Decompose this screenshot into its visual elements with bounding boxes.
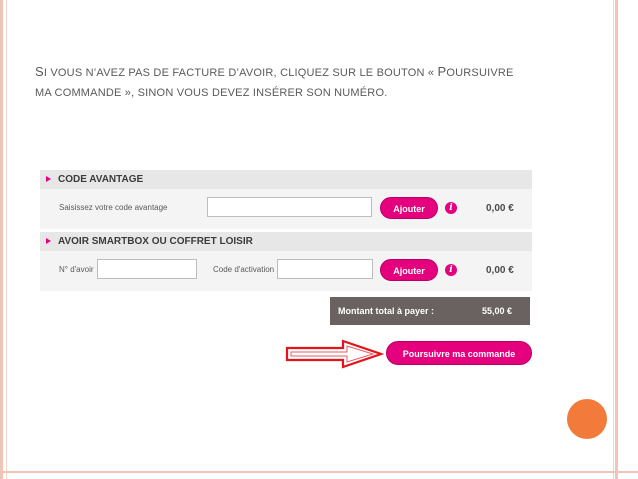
slide-left-rule bbox=[6, 0, 7, 479]
poursuivre-ma-commande-button[interactable]: Poursuivre ma commande bbox=[386, 341, 532, 365]
section-title: AVOIR SMARTBOX OU COFFRET LOISIR bbox=[58, 236, 253, 247]
total-label: Montant total à payer : bbox=[338, 306, 435, 316]
checkout-panel: CODE AVANTAGE Saisissez votre code avant… bbox=[40, 170, 532, 365]
triangle-bullet-icon bbox=[46, 238, 51, 244]
add-code-avantage-button[interactable]: Ajouter bbox=[380, 197, 438, 219]
total-bar: Montant total à payer : 55,00 € bbox=[330, 297, 530, 325]
avoir-amount: 0,00 € bbox=[486, 265, 514, 276]
info-icon[interactable]: i bbox=[445, 264, 457, 276]
red-arrow-icon bbox=[285, 339, 385, 369]
dropcap-s: S bbox=[35, 64, 44, 79]
add-avoir-button[interactable]: Ajouter bbox=[380, 259, 438, 281]
section-code-avantage: CODE AVANTAGE bbox=[40, 170, 532, 189]
avoir-number-input[interactable] bbox=[97, 259, 197, 279]
slide-right-rule bbox=[613, 0, 614, 479]
code-avantage-amount: 0,00 € bbox=[486, 203, 514, 214]
avoir-number-label: N° d'avoir bbox=[59, 265, 94, 274]
activation-code-label: Code d'activation bbox=[213, 265, 275, 274]
slide-right-border bbox=[615, 0, 618, 479]
triangle-bullet-icon bbox=[46, 176, 51, 182]
code-avantage-label: Saisissez votre code avantage bbox=[59, 203, 168, 212]
code-avantage-row: Saisissez votre code avantage Ajouter i … bbox=[40, 189, 532, 229]
instruction-line1-end: oursuivre bbox=[446, 67, 514, 79]
instruction-line1: i vous n’avez pas de facture d’avoir, cl… bbox=[43, 67, 438, 79]
total-value: 55,00 € bbox=[482, 306, 513, 316]
slide-left-border bbox=[0, 0, 3, 479]
code-avantage-input[interactable] bbox=[207, 197, 372, 217]
activation-code-input[interactable] bbox=[277, 259, 373, 279]
info-icon[interactable]: i bbox=[445, 202, 457, 214]
avoir-row: N° d'avoir Code d'activation Ajouter i 0… bbox=[40, 251, 532, 291]
slide-instruction-text: Si vous n’avez pas de facture d’avoir, c… bbox=[35, 62, 555, 103]
slide-bottom-border bbox=[0, 471, 638, 473]
section-avoir: AVOIR SMARTBOX OU COFFRET LOISIR bbox=[40, 232, 532, 251]
decorative-orange-circle bbox=[567, 399, 607, 439]
section-title: CODE AVANTAGE bbox=[58, 174, 144, 185]
instruction-line2: ma commande », sinon vous devez insérer … bbox=[35, 87, 388, 99]
